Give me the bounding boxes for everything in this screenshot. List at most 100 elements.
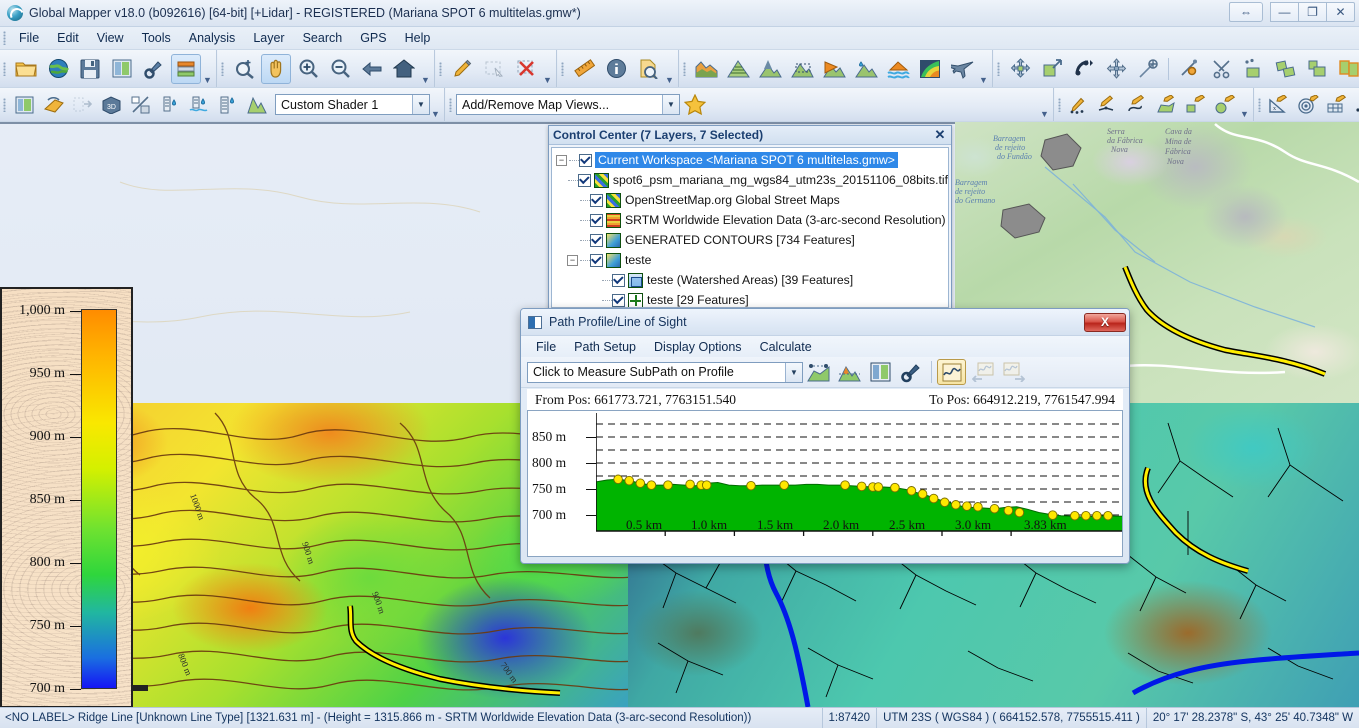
flight-simulator-icon[interactable] (947, 54, 977, 84)
menu-layer[interactable]: Layer (244, 28, 293, 48)
toolbar-overflow-chevron-icon[interactable]: ▼ (430, 95, 441, 121)
chevron-down-icon[interactable]: ▼ (662, 95, 679, 114)
profile-chart[interactable]: 850 m 800 m 750 m 700 m (527, 410, 1123, 557)
tree-row-teste-features[interactable]: teste [29 Features] (552, 290, 948, 308)
toolbar-grip-icon[interactable] (449, 98, 452, 112)
cut-and-fill-icon[interactable] (787, 54, 817, 84)
profile-split-panel-icon[interactable] (866, 359, 895, 385)
terrain-shader-icon[interactable] (243, 92, 270, 118)
menu-view[interactable]: View (88, 28, 133, 48)
layer-checkbox[interactable] (578, 174, 591, 187)
layer-checkbox[interactable] (612, 274, 625, 287)
view-shed-icon[interactable] (755, 54, 785, 84)
toolbar-grip-icon[interactable] (561, 62, 564, 76)
toolbar-overflow-chevron-icon[interactable]: ▼ (664, 61, 675, 87)
water-level-icon[interactable] (156, 92, 183, 118)
expander-icon[interactable]: − (567, 255, 578, 266)
menu-search[interactable]: Search (294, 28, 352, 48)
toolbar-grip-icon[interactable] (683, 62, 686, 76)
delete-feature-red-x-icon[interactable] (511, 54, 541, 84)
toolbar-grip-icon[interactable] (3, 98, 6, 112)
profile-menu-display-options[interactable]: Display Options (645, 338, 751, 356)
minimize-button[interactable]: — (1270, 2, 1299, 22)
map-views-combo[interactable]: Add/Remove Map Views... ▼ (456, 94, 680, 115)
toolbar-grip-icon[interactable] (1258, 98, 1261, 112)
tree-row-generated-contours[interactable]: GENERATED CONTOURS [734 Features] (552, 230, 948, 250)
3d-view-icon[interactable]: 3D (98, 92, 125, 118)
tree-row-teste-watershed-areas[interactable]: teste (Watershed Areas) [39 Features] (552, 270, 948, 290)
open-file-icon[interactable] (11, 54, 41, 84)
move-vertex-icon[interactable] (1101, 54, 1131, 84)
menu-help[interactable]: Help (396, 28, 440, 48)
toolbar-overflow-chevron-icon[interactable]: ▼ (978, 61, 989, 87)
toolbar-grip-icon[interactable] (1058, 98, 1061, 112)
zoom-out-icon[interactable] (325, 54, 355, 84)
layer-checkbox[interactable] (590, 254, 603, 267)
digitize-line-icon[interactable] (1095, 92, 1122, 118)
layer-checkbox[interactable] (579, 154, 592, 167)
water-depth-icon[interactable] (185, 92, 212, 118)
expander-icon[interactable]: − (556, 155, 567, 166)
profile-path-points-icon[interactable] (804, 359, 833, 385)
add-vertex-icon[interactable] (1133, 54, 1163, 84)
menu-analysis[interactable]: Analysis (180, 28, 245, 48)
digitize-rectangle-icon[interactable] (1182, 92, 1209, 118)
menu-grip-icon[interactable] (3, 31, 6, 45)
chevron-down-icon[interactable]: ▼ (785, 363, 802, 382)
copy-features-icon[interactable] (1334, 54, 1359, 84)
pan-hand-icon[interactable] (261, 54, 291, 84)
rotate-features-icon[interactable] (1069, 54, 1099, 84)
scale-features-icon[interactable] (1037, 54, 1067, 84)
profile-settings-wrench-icon[interactable] (897, 359, 926, 385)
digitize-offset-icon[interactable] (1353, 92, 1359, 118)
line-of-sight-icon[interactable] (819, 54, 849, 84)
open-control-center-icon[interactable] (107, 54, 137, 84)
close-button[interactable]: ✕ (1326, 2, 1355, 22)
tide-gauge-icon[interactable] (214, 92, 241, 118)
previous-view-arrow-icon[interactable] (357, 54, 387, 84)
split-screen-icon[interactable] (127, 92, 154, 118)
digitize-curve-icon[interactable] (1124, 92, 1151, 118)
layer-checkbox[interactable] (590, 214, 603, 227)
watershed-icon[interactable] (851, 54, 881, 84)
toolbar-grip-icon[interactable] (997, 62, 1000, 76)
menu-tools[interactable]: Tools (133, 28, 180, 48)
layer-tree[interactable]: − Current Workspace <Mariana SPOT 6 mult… (551, 147, 949, 308)
toolbar-grip-icon[interactable] (221, 62, 224, 76)
fly-through-icon[interactable] (40, 92, 67, 118)
toolbar-grip-icon[interactable] (439, 62, 442, 76)
tree-row-srtm-elevation[interactable]: SRTM Worldwide Elevation Data (3-arc-sec… (552, 210, 948, 230)
menu-file[interactable]: File (10, 28, 48, 48)
digitize-area-icon[interactable] (1153, 92, 1180, 118)
overlay-control-center-icon[interactable] (171, 54, 201, 84)
chevron-down-icon[interactable]: ▼ (412, 95, 429, 114)
digitize-coordinate-icon[interactable]: x (1266, 92, 1293, 118)
favorite-star-icon[interactable] (681, 92, 708, 118)
full-view-home-icon[interactable] (389, 54, 419, 84)
restore-window-button[interactable]: ⇔ (1229, 2, 1263, 22)
toolbar-overflow-chevron-icon[interactable]: ▼ (420, 61, 431, 87)
feature-info-select-icon[interactable] (479, 54, 509, 84)
open-data-online-globe-icon[interactable] (43, 54, 73, 84)
toolbar-grip-icon[interactable] (3, 62, 6, 76)
menu-edit[interactable]: Edit (48, 28, 88, 48)
toolbar-overflow-chevron-icon[interactable]: ▼ (1039, 95, 1050, 121)
toolbar-overflow-chevron-icon[interactable]: ▼ (542, 61, 553, 87)
elevation-grid-icon[interactable] (915, 54, 945, 84)
move-features-icon[interactable] (1005, 54, 1035, 84)
tree-row-openstreetmap[interactable]: OpenStreetMap.org Global Street Maps (552, 190, 948, 210)
water-level-rise-icon[interactable] (883, 54, 913, 84)
digitize-circle-icon[interactable] (1211, 92, 1238, 118)
crop-areas-icon[interactable] (1302, 54, 1332, 84)
path-profile-icon[interactable] (691, 54, 721, 84)
profile-menu-file[interactable]: File (527, 338, 565, 356)
split-areas-icon[interactable] (1270, 54, 1300, 84)
toolbar-overflow-chevron-icon[interactable]: ▼ (1239, 95, 1250, 121)
measure-ruler-icon[interactable] (569, 54, 599, 84)
combine-areas-icon[interactable] (1238, 54, 1268, 84)
save-workspace-icon[interactable] (75, 54, 105, 84)
split-line-icon[interactable] (1174, 54, 1204, 84)
profile-close-button[interactable]: X (1084, 313, 1126, 332)
profile-next-graph-icon[interactable] (999, 359, 1028, 385)
tree-row-teste-group[interactable]: − teste (552, 250, 948, 270)
